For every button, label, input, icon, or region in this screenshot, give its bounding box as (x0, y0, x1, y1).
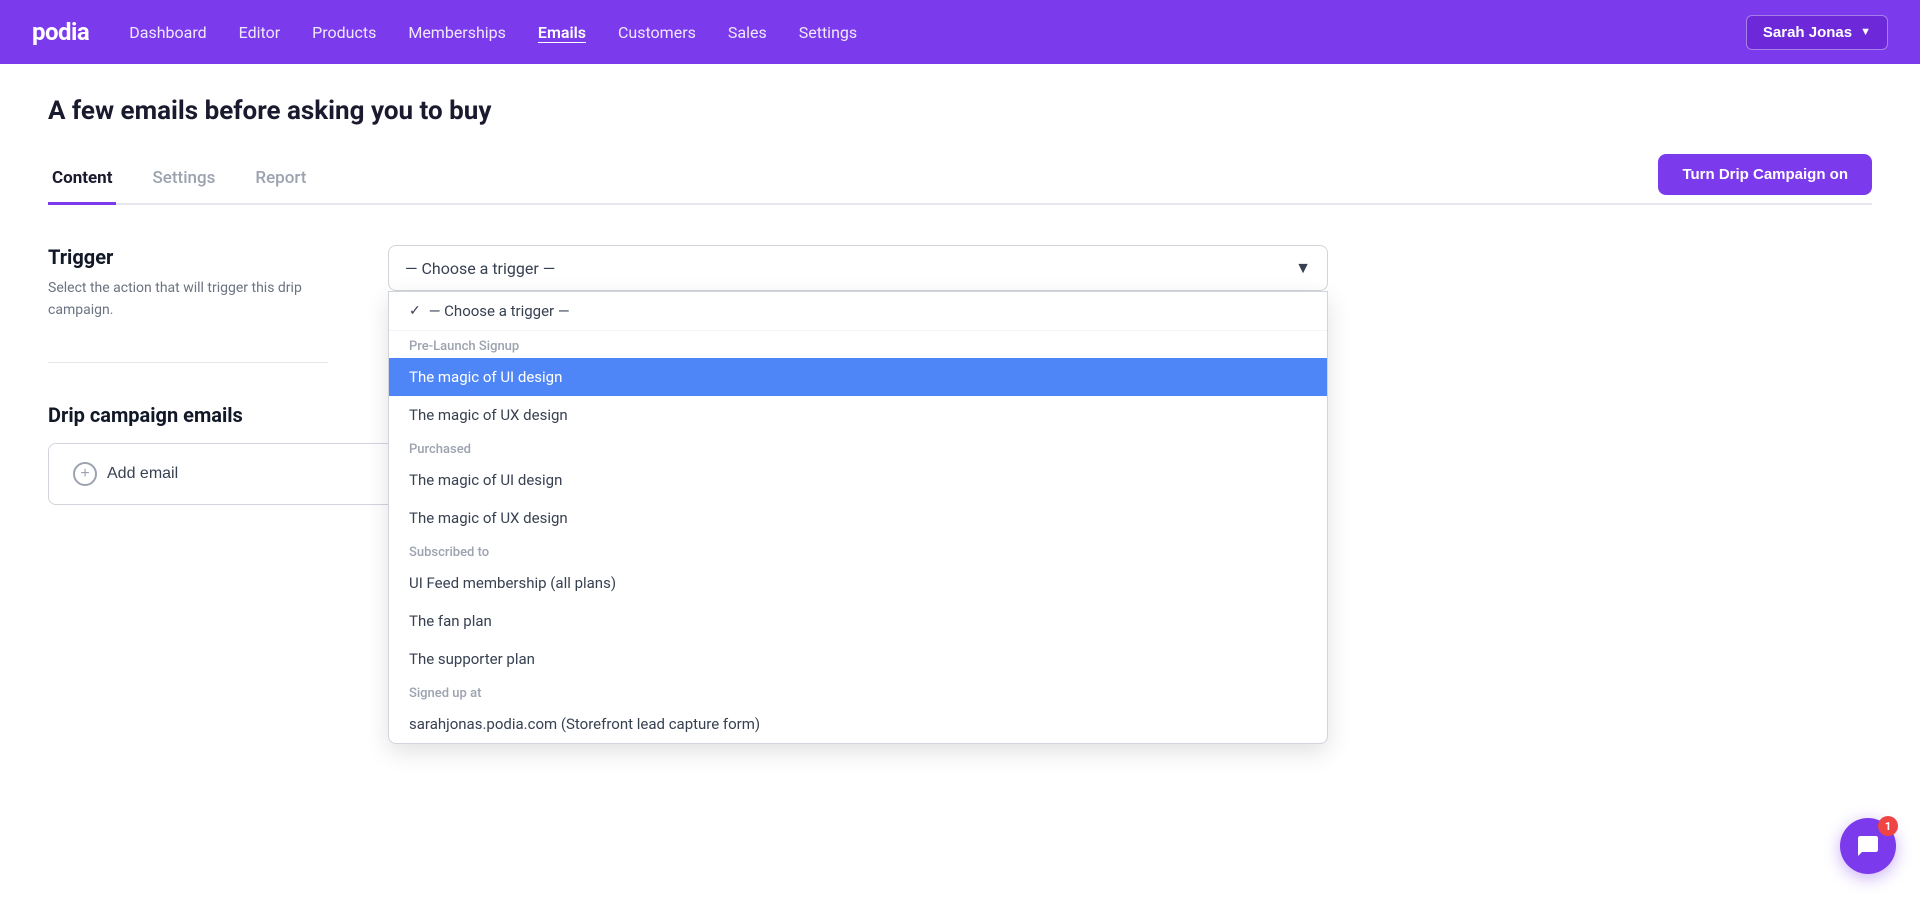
navbar: podia Dashboard Editor Products Membersh… (0, 0, 1920, 64)
trigger-section: Trigger Select the action that will trig… (48, 245, 328, 322)
group-label-signedup: Signed up at (389, 678, 1327, 705)
dropdown-item-supporter-plan[interactable]: The supporter plan (389, 640, 1327, 678)
dropdown-item-label: The magic of UX design (409, 406, 568, 424)
chat-icon (1856, 834, 1880, 858)
nav-sales[interactable]: Sales (728, 23, 767, 42)
tab-content[interactable]: Content (48, 168, 116, 205)
tabs-bar: Content Settings Report Turn Drip Campai… (48, 154, 1872, 205)
left-panel: Trigger Select the action that will trig… (48, 245, 328, 784)
dropdown-item-ui-feed-all[interactable]: UI Feed membership (all plans) (389, 564, 1327, 602)
dropdown-item-ui-design-purchased[interactable]: The magic of UI design (389, 461, 1327, 499)
nav-editor[interactable]: Editor (239, 23, 280, 42)
dropdown-item-label: The supporter plan (409, 650, 535, 668)
tabs: Content Settings Report (48, 166, 342, 203)
dropdown-selected-value: — Choose a trigger — (405, 259, 555, 278)
chat-bubble[interactable]: 1 (1840, 818, 1896, 874)
chat-badge: 1 (1878, 816, 1898, 836)
nav-customers[interactable]: Customers (618, 23, 696, 42)
divider (48, 362, 328, 363)
dropdown-item-label: The magic of UI design (409, 368, 562, 386)
nav-emails[interactable]: Emails (538, 23, 586, 42)
page-subtitle: A few emails before asking you to buy (48, 96, 1872, 126)
user-name: Sarah Jonas (1763, 24, 1852, 41)
check-icon: ✓ (409, 303, 421, 319)
add-email-area: + Add email (48, 443, 328, 505)
add-icon: + (73, 462, 97, 486)
main-content: A few emails before asking you to buy Co… (0, 64, 1920, 816)
group-label-subscribed: Subscribed to (389, 537, 1327, 564)
content-body: Trigger Select the action that will trig… (48, 205, 1872, 784)
group-label-prelaunch: Pre-Launch Signup (389, 331, 1327, 358)
dropdown-chevron-icon: ▼ (1295, 258, 1311, 278)
drip-title: Drip campaign emails (48, 403, 328, 427)
user-menu-chevron-icon: ▼ (1860, 26, 1871, 38)
tab-settings[interactable]: Settings (148, 168, 219, 205)
dropdown-item-ux-design-signup[interactable]: The magic of UX design (389, 396, 1327, 434)
dropdown-item-label: The fan plan (409, 612, 492, 630)
dropdown-menu: ✓ — Choose a trigger — Pre-Launch Signup… (388, 291, 1328, 744)
dropdown-item-ux-design-purchased[interactable]: The magic of UX design (389, 499, 1327, 537)
dropdown-item-label: The magic of UI design (409, 471, 562, 489)
dropdown-item-ui-design-signup[interactable]: The magic of UI design (389, 358, 1327, 396)
dropdown-item-storefront[interactable]: sarahjonas.podia.com (Storefront lead ca… (389, 705, 1327, 743)
dropdown-item-label: sarahjonas.podia.com (Storefront lead ca… (409, 715, 760, 733)
right-panel: — Choose a trigger — ▼ ✓ — Choose a trig… (328, 245, 1872, 784)
turn-on-button[interactable]: Turn Drip Campaign on (1658, 154, 1872, 195)
nav-memberships[interactable]: Memberships (408, 23, 506, 42)
trigger-description: Select the action that will trigger this… (48, 277, 328, 322)
nav-settings[interactable]: Settings (799, 23, 857, 42)
group-label-purchased: Purchased (389, 434, 1327, 461)
drip-section: Drip campaign emails (48, 403, 328, 427)
trigger-title: Trigger (48, 245, 328, 269)
dropdown-item-label: The magic of UX design (409, 509, 568, 527)
trigger-dropdown[interactable]: — Choose a trigger — ▼ (388, 245, 1328, 291)
nav-links: Dashboard Editor Products Memberships Em… (129, 23, 1706, 42)
tab-report[interactable]: Report (251, 168, 310, 205)
dropdown-item-label: UI Feed membership (all plans) (409, 574, 616, 592)
logo: podia (32, 18, 89, 46)
nav-dashboard[interactable]: Dashboard (129, 23, 206, 42)
dropdown-header-item[interactable]: ✓ — Choose a trigger — (389, 292, 1327, 331)
add-email-label: Add email (107, 465, 178, 483)
nav-products[interactable]: Products (312, 23, 376, 42)
user-menu-button[interactable]: Sarah Jonas ▼ (1746, 15, 1888, 50)
trigger-dropdown-container: — Choose a trigger — ▼ ✓ — Choose a trig… (388, 245, 1328, 291)
dropdown-header-label: — Choose a trigger — (429, 302, 570, 320)
dropdown-item-fan-plan[interactable]: The fan plan (389, 602, 1327, 640)
